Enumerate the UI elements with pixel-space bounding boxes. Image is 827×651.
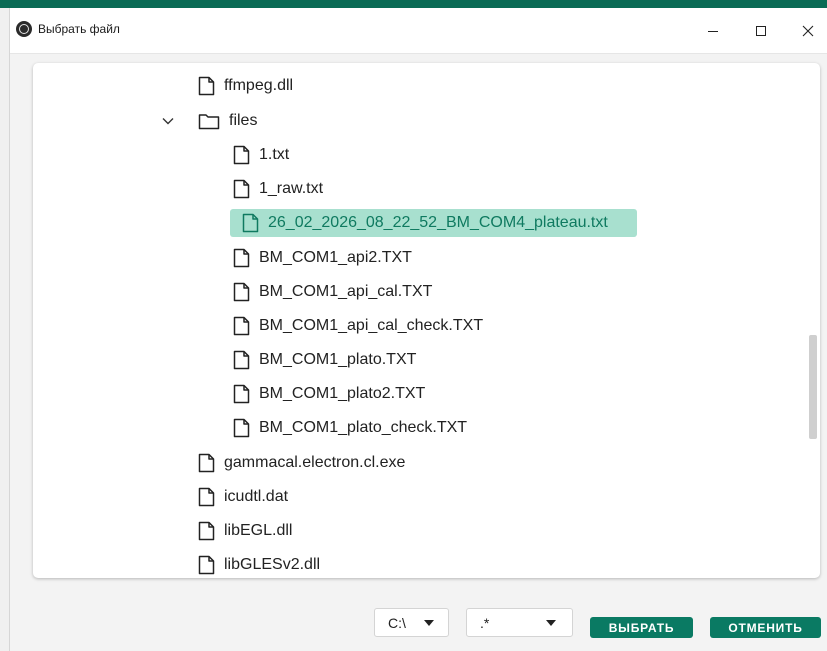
file-icon [198,487,215,507]
file-icon [233,282,250,302]
filter-select-value: .* [480,615,490,631]
file-icon [233,179,250,199]
tree-item-file[interactable]: gammacal.electron.cl.exe [198,448,405,478]
tree-item-label: files [229,112,258,129]
vertical-scrollbar[interactable] [809,335,817,439]
file-icon [198,76,215,96]
tree-item-file[interactable]: BM_COM1_api2.TXT [233,243,412,273]
cancel-button[interactable]: ОТМЕНИТЬ [710,617,821,638]
tree-item-label: ffmpeg.dll [224,77,294,94]
folder-icon [198,114,220,130]
tree-item-file[interactable]: BM_COM1_plato.TXT [233,345,416,375]
file-icon [233,418,250,438]
tree-item-label: icudtl.dat [224,488,289,505]
filter-select[interactable]: .* [466,608,573,637]
file-icon [198,555,215,575]
tree-item-label: BM_COM1_plato_check.TXT [259,419,468,436]
minimize-button[interactable] [690,8,736,54]
tree-item-label: BM_COM1_api_cal_check.TXT [259,317,484,334]
tree-item-folder[interactable]: files [198,106,257,136]
drive-select[interactable]: C:\ [374,608,449,637]
tree-item-file-selected[interactable]: 26_02_2026_08_22_52_BM_COM4_plateau.txt [230,208,637,238]
file-icon [198,521,215,541]
file-icon [233,316,250,336]
file-icon [233,350,250,370]
tree-item-file[interactable]: libEGL.dll [198,516,292,546]
close-icon [802,25,814,37]
tree-item-file[interactable]: libGLESv2.dll [198,550,320,578]
tree-item-file[interactable]: icudtl.dat [198,482,288,512]
file-icon [198,453,215,473]
tree-item-file[interactable]: BM_COM1_plato_check.TXT [233,413,467,443]
tree-item-file[interactable]: BM_COM1_plato2.TXT [233,379,425,409]
file-dialog-window: Выбрать файл ffmpeg.dll files 1.txt 1_ra… [9,8,827,651]
tree-item-label: BM_COM1_plato.TXT [259,351,417,368]
tree-item-label: 26_02_2026_08_22_52_BM_COM4_plateau.txt [268,214,608,231]
select-button[interactable]: ВЫБРАТЬ [590,617,693,638]
tree-item-file[interactable]: 1_raw.txt [233,174,323,204]
tree-item-label: BM_COM1_plato2.TXT [259,385,426,402]
app-icon [16,21,32,37]
window-title: Выбрать файл [38,22,120,36]
file-icon [233,384,250,404]
drive-select-value: C:\ [388,615,406,631]
tree-item-label: 1.txt [259,146,290,163]
window-accent-line [0,0,827,8]
close-button[interactable] [785,8,827,54]
file-tree-panel[interactable]: ffmpeg.dll files 1.txt 1_raw.txt 26_02_2… [33,63,820,578]
tree-item-file[interactable]: ffmpeg.dll [198,71,293,101]
maximize-button[interactable] [738,8,784,54]
maximize-icon [756,26,766,36]
dropdown-caret-icon [546,620,556,626]
tree-item-label: gammacal.electron.cl.exe [224,454,406,471]
tree-item-file[interactable]: 1.txt [233,140,289,170]
tree-item-label: libEGL.dll [224,522,293,539]
minimize-icon [708,30,718,32]
tree-item-file[interactable]: BM_COM1_api_cal.TXT [233,277,432,307]
tree-item-label: libGLESv2.dll [224,556,321,573]
tree-item-file[interactable]: BM_COM1_api_cal_check.TXT [233,311,483,341]
file-icon [242,213,259,233]
tree-item-label: 1_raw.txt [259,180,324,197]
chevron-down-icon[interactable] [162,115,174,127]
file-icon [233,248,250,268]
file-icon [233,145,250,165]
tree-item-label: BM_COM1_api_cal.TXT [259,283,433,300]
dropdown-caret-icon [424,620,434,626]
title-bar[interactable]: Выбрать файл [10,8,827,54]
tree-item-label: BM_COM1_api2.TXT [259,249,412,266]
